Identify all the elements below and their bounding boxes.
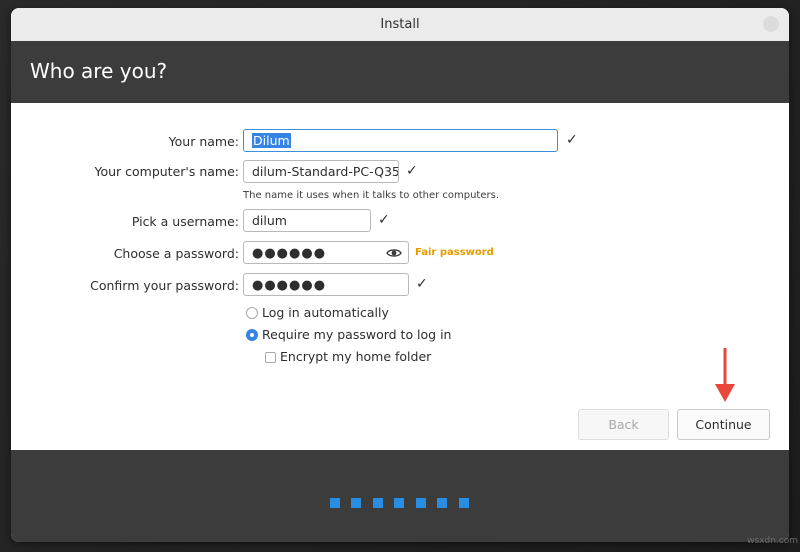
- computer-name-field[interactable]: dilum-Standard-PC-Q35-I: [243, 160, 399, 183]
- progress-step-dot: [416, 498, 426, 508]
- login-automatically-radio[interactable]: [246, 307, 258, 319]
- login-automatically-label[interactable]: Log in automatically: [262, 305, 389, 320]
- name-value: Dilum: [252, 133, 291, 148]
- confirm-password-label: Confirm your password:: [90, 278, 239, 293]
- username-label: Pick a username:: [131, 214, 239, 229]
- page-header: Who are you?: [11, 41, 789, 103]
- name-valid-check-icon: ✓: [566, 132, 578, 148]
- watermark-text: wsxdn.com: [747, 536, 798, 546]
- password-label: Choose a password:: [113, 246, 239, 261]
- require-password-radio[interactable]: [246, 329, 258, 341]
- progress-step-dot: [459, 498, 469, 508]
- require-password-label[interactable]: Require my password to log in: [262, 327, 451, 342]
- progress-step-dot: [437, 498, 447, 508]
- encrypt-home-label[interactable]: Encrypt my home folder: [280, 349, 431, 364]
- progress-step-dot: [373, 498, 383, 508]
- computer-name-label: Your computer's name:: [94, 164, 239, 179]
- username-valid-check-icon: ✓: [378, 212, 390, 228]
- page-title: Who are you?: [30, 59, 168, 83]
- continue-button[interactable]: Continue: [677, 409, 770, 440]
- computer-name-hint: The name it uses when it talks to other …: [243, 190, 500, 201]
- back-button[interactable]: Back: [578, 409, 669, 440]
- annotation-arrow-icon: [715, 348, 735, 402]
- window-title: Install: [380, 17, 420, 32]
- username-field[interactable]: dilum: [243, 209, 371, 232]
- name-field[interactable]: Dilum: [243, 129, 558, 152]
- close-button[interactable]: [763, 16, 779, 32]
- encrypt-home-checkbox[interactable]: [265, 352, 276, 363]
- confirm-password-field[interactable]: ●●●●●●: [243, 273, 409, 296]
- title-bar[interactable]: Install: [11, 8, 789, 42]
- password-field[interactable]: ●●●●●●: [243, 241, 409, 264]
- confirm-password-value: ●●●●●●: [252, 278, 327, 293]
- installer-window: Install Who are you? Your name: Dilum ✓ …: [11, 8, 789, 542]
- password-strength-text: Fair password: [415, 247, 494, 258]
- form-area: Your name: Dilum ✓ Your computer's name:…: [11, 103, 789, 450]
- show-password-eye-icon[interactable]: [386, 245, 402, 261]
- name-label: Your name:: [168, 134, 239, 149]
- password-value: ●●●●●●: [252, 246, 327, 261]
- progress-step-dot: [394, 498, 404, 508]
- computer-name-valid-check-icon: ✓: [406, 163, 418, 179]
- progress-footer: [11, 450, 789, 542]
- progress-step-dot: [330, 498, 340, 508]
- confirm-password-valid-check-icon: ✓: [416, 276, 428, 292]
- progress-step-dot: [351, 498, 361, 508]
